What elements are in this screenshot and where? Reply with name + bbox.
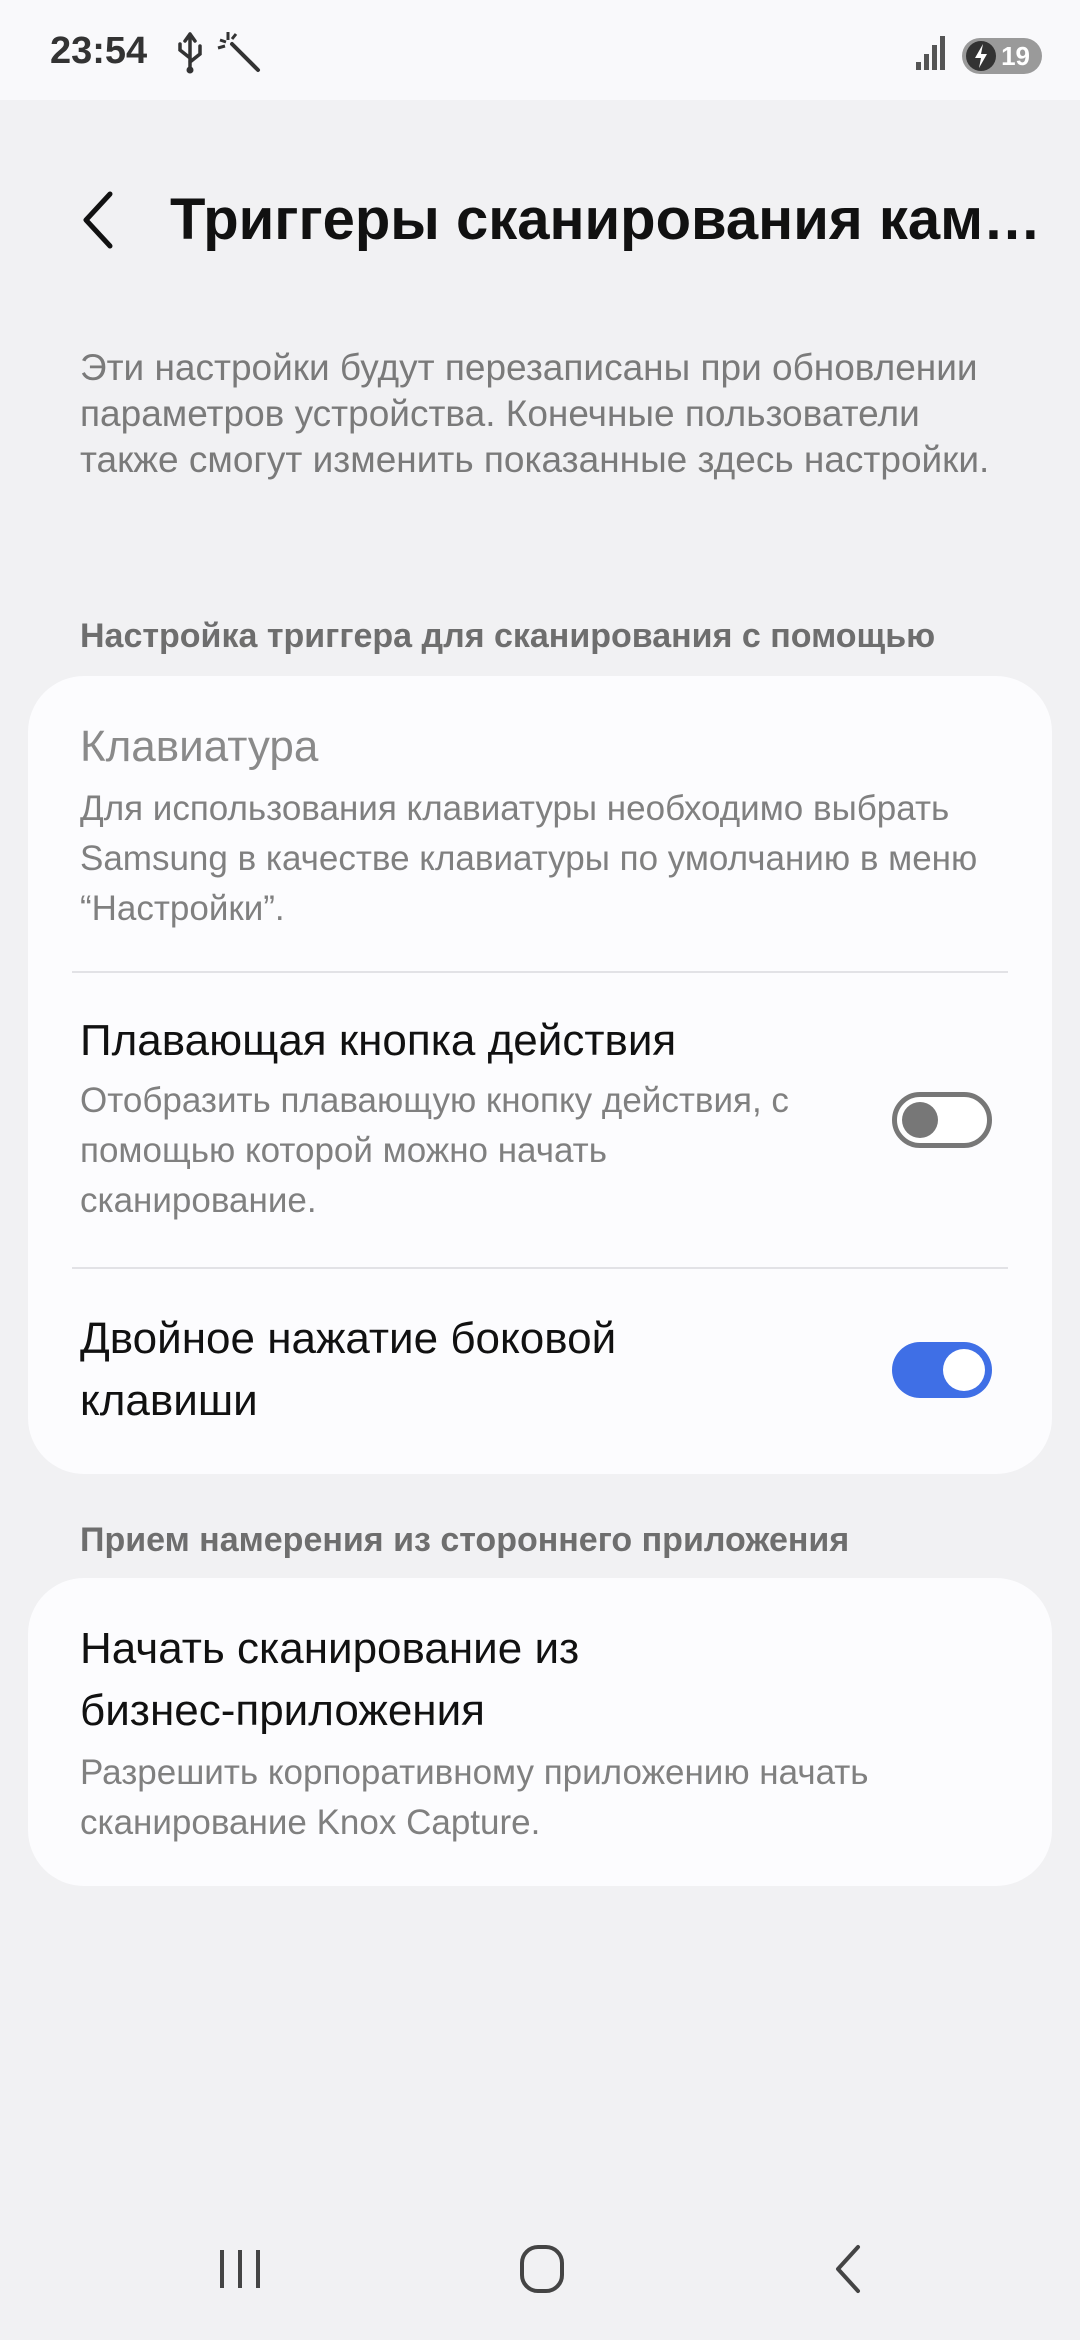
list-item-business-app-scan[interactable]: Начать сканирование из бизнес-приложения <box>28 1618 1052 1742</box>
section-header-scan-trigger: Настройка триггера для сканирования с по… <box>80 617 936 655</box>
floating-button-description: Отобразить плавающую кнопку действия, с … <box>80 1081 789 1220</box>
business-app-scan-description-wrap: Разрешить корпоративному приложению нача… <box>28 1748 1052 1848</box>
business-app-scan-title: Начать сканирование из бизнес-приложения <box>80 1624 580 1735</box>
scan-trigger-card: Клавиатура Для использования клавиатуры … <box>28 676 1052 1474</box>
section-header-third-party-intent: Прием намерения из стороннего приложения <box>80 1521 850 1559</box>
chevron-left-icon <box>83 191 113 249</box>
double-press-title: Двойное нажатие боковой клавиши <box>80 1314 617 1425</box>
double-press-toggle[interactable] <box>892 1342 992 1398</box>
magic-wand-icon <box>216 30 264 79</box>
usb-icon <box>172 30 208 79</box>
floating-button-title: Плавающая кнопка действия <box>80 1016 677 1065</box>
divider <box>72 1267 1008 1269</box>
battery-level: 19 <box>1001 41 1030 71</box>
home-button[interactable] <box>482 2230 602 2310</box>
status-time: 23:54 <box>50 30 148 72</box>
status-bar: 23:54 19 <box>0 0 1080 100</box>
divider <box>72 971 1008 973</box>
signal-icon <box>914 34 950 77</box>
battery-charging-icon: 19 <box>962 38 1042 74</box>
page-title: Триггеры сканирования камеры <box>170 187 1070 252</box>
list-item-keyboard[interactable]: Клавиатура Для использования клавиатуры … <box>28 716 1052 934</box>
business-app-scan-description: Разрешить корпоративному приложению нача… <box>80 1753 869 1842</box>
intent-card: Начать сканирование из бизнес-приложения… <box>28 1578 1052 1886</box>
floating-button-toggle[interactable] <box>892 1092 992 1148</box>
toggle-knob <box>943 1349 985 1391</box>
keyboard-title: Клавиатура <box>80 722 319 771</box>
recent-apps-icon <box>220 2250 260 2288</box>
navigation-bar <box>0 2200 1080 2340</box>
info-description: Эти настройки будут перезаписаны при обн… <box>80 347 990 480</box>
keyboard-description: Для использования клавиатуры необходимо … <box>80 789 978 928</box>
back-nav-button[interactable] <box>786 2230 906 2310</box>
toggle-knob <box>902 1102 938 1138</box>
back-icon <box>836 2245 860 2293</box>
app-header: Триггеры сканирования камеры <box>0 160 1080 280</box>
recent-apps-button[interactable] <box>180 2230 300 2310</box>
home-icon <box>520 2245 564 2293</box>
back-button[interactable] <box>70 180 130 260</box>
